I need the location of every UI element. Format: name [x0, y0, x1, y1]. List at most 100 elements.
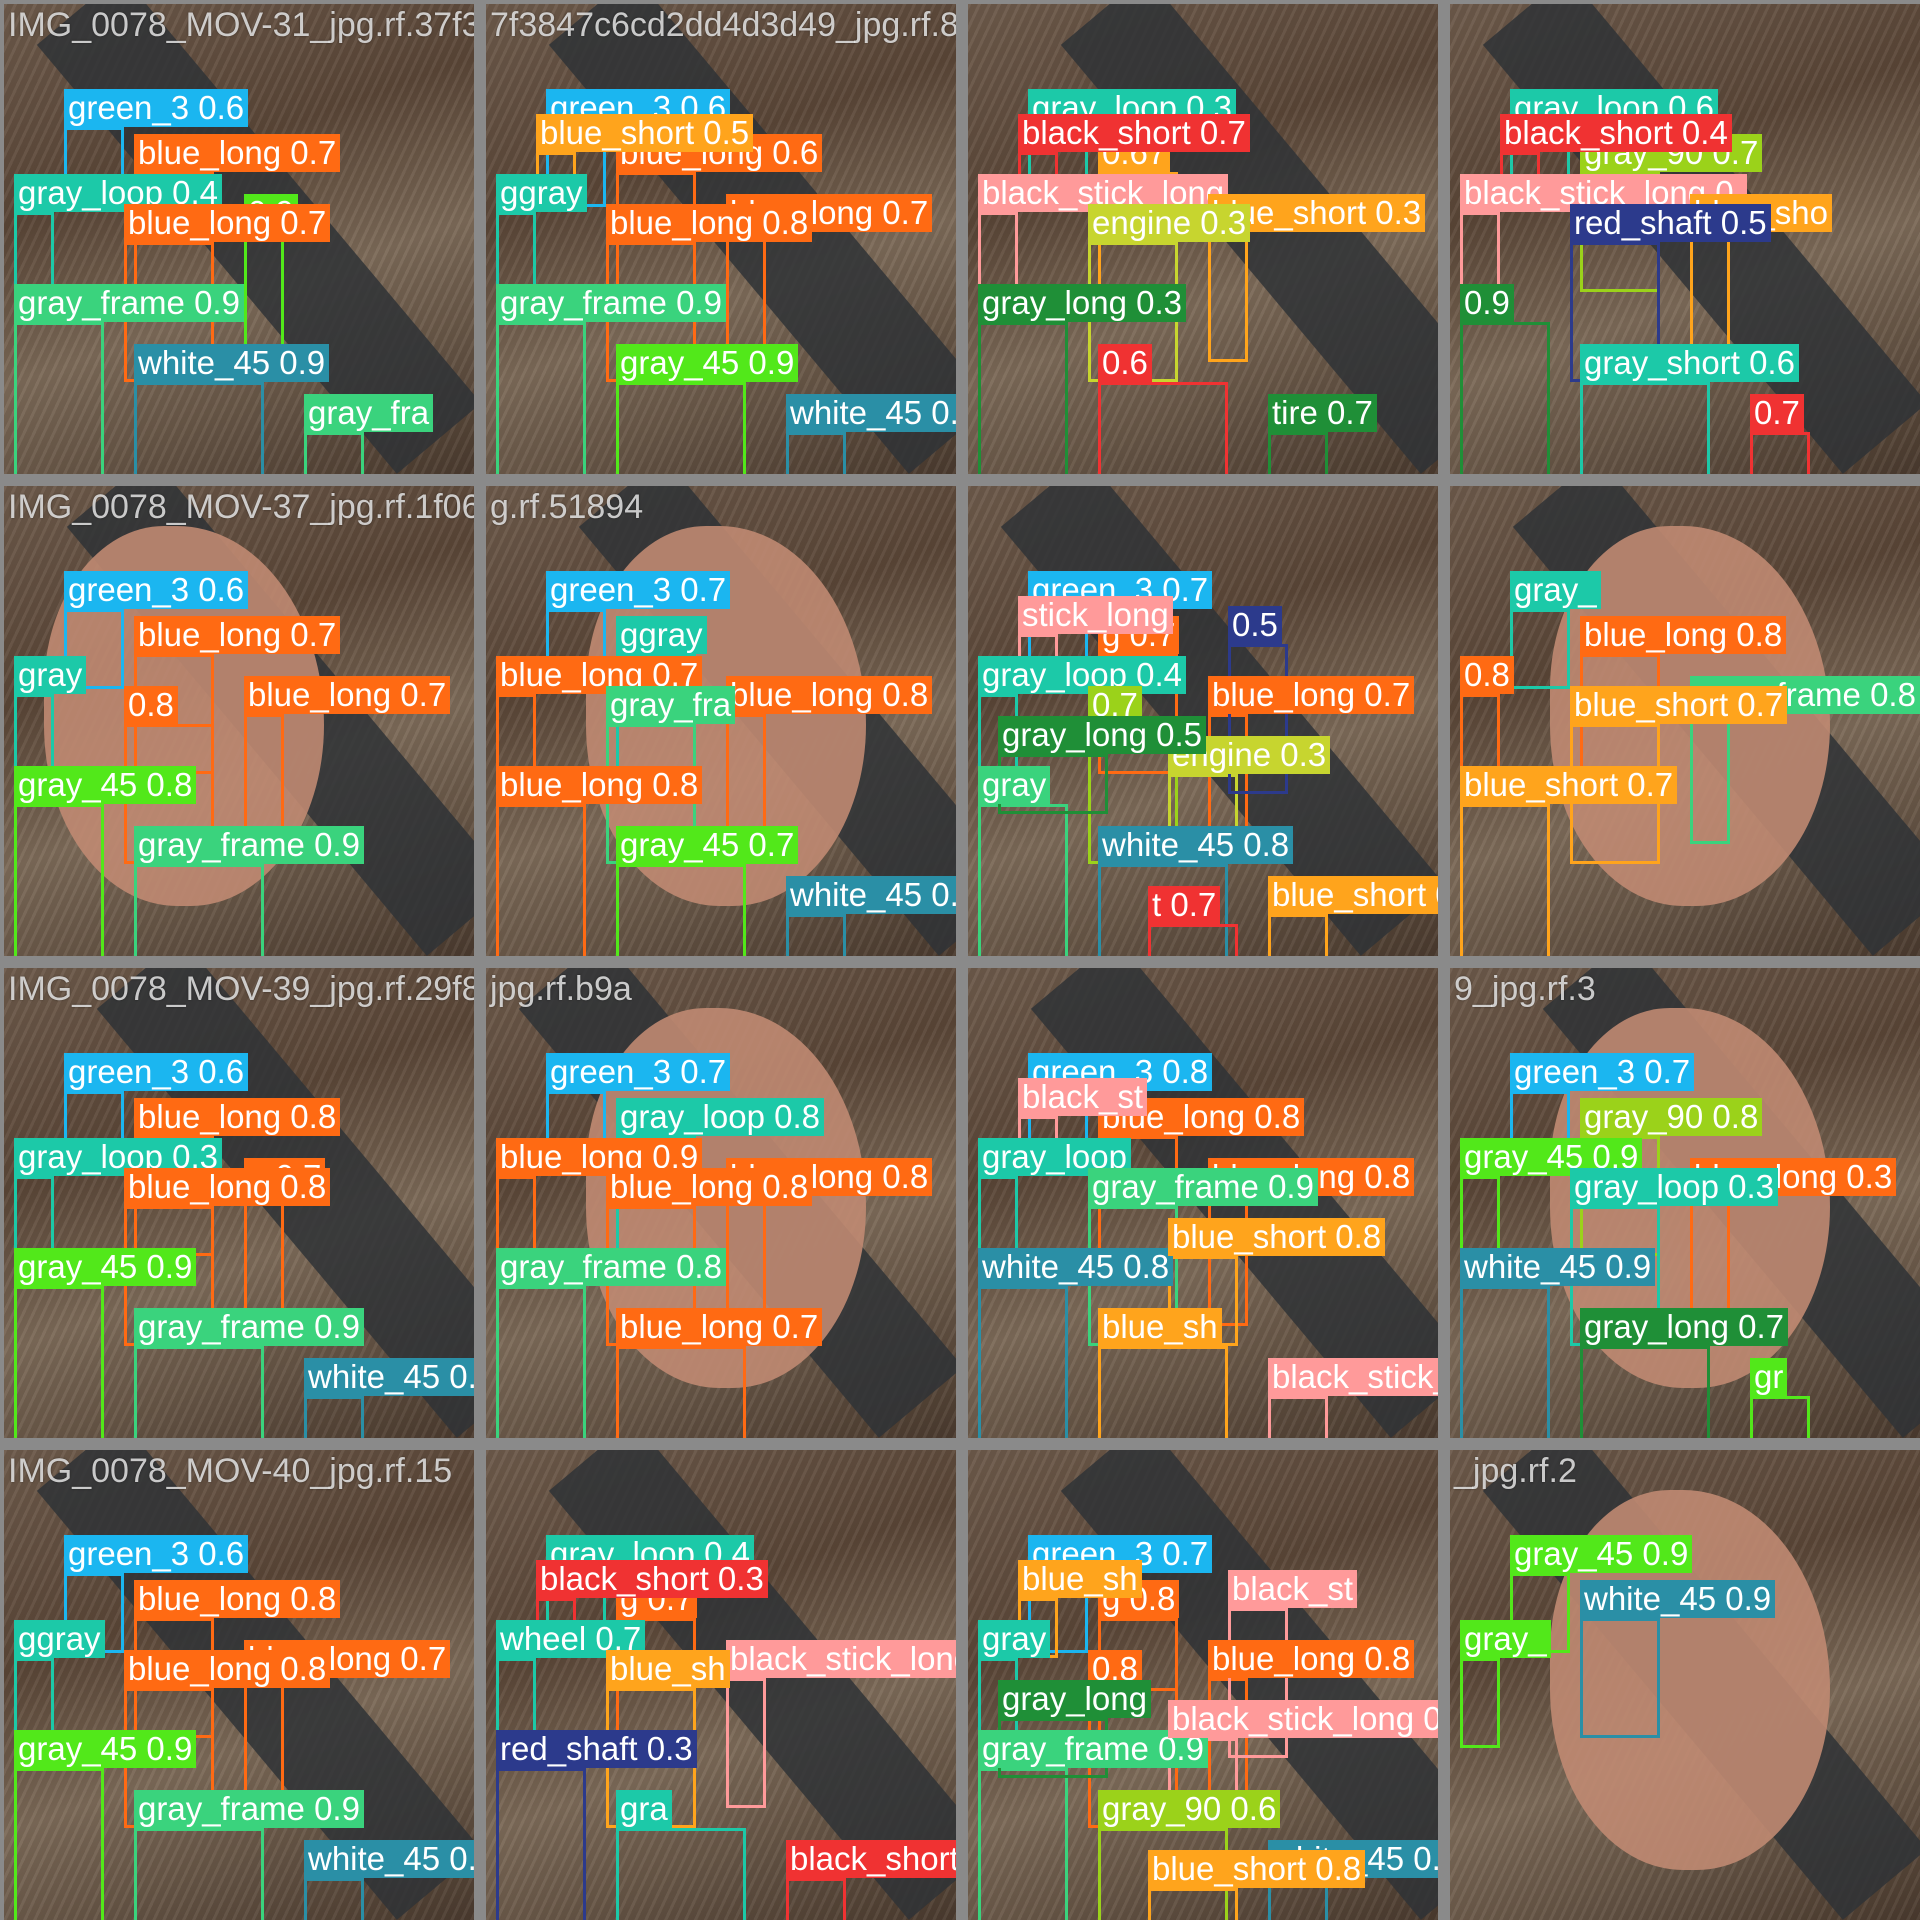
detection-label: blue_sh: [606, 1650, 730, 1688]
detection-label: 0.5: [1228, 606, 1282, 644]
detection-label: blue_long 0.7: [616, 1308, 823, 1346]
mosaic-grid: IMG_0078_MOV-31_jpg.rf.37f38470660...gre…: [0, 0, 1920, 1920]
detection-label: blue_long 0.7: [1208, 676, 1415, 714]
detection-box: [1460, 1286, 1550, 1438]
detection-label: blue_long 0.8: [1208, 1640, 1415, 1678]
detection-box: [1268, 1396, 1328, 1438]
detection-label: gray_frame 0.9: [134, 1308, 364, 1346]
detection-label: gray_45 0.9: [14, 1248, 197, 1286]
detection-box: [786, 1878, 846, 1920]
detection-label: white_45 0.9: [1460, 1248, 1656, 1286]
detection-box: [1690, 1196, 1730, 1326]
detection-label: gray_long 0.3: [978, 284, 1186, 322]
detection-label: 0.6: [1098, 344, 1152, 382]
detection-box: [726, 714, 766, 844]
detection-box: [978, 322, 1068, 474]
detection-box: [616, 864, 746, 956]
detection-label: black_stick_long 0.7: [1268, 1358, 1438, 1396]
detection-label: 0.8: [1460, 656, 1514, 694]
detection-label: green_3 0.6: [64, 1535, 249, 1573]
detection-label: blue_long 0.8: [124, 1650, 331, 1688]
detection-label: gray_frame 0.9: [14, 284, 244, 322]
detection-box: [14, 322, 104, 474]
detection-label: blue_short 0.6: [1268, 876, 1438, 914]
detection-label: blue_short 0.7: [1570, 686, 1788, 724]
image-tile: 9_jpg.rf.3 green_3 0.7 gray_90 0.8 gray_45 …: [1450, 968, 1920, 1438]
detection-label: blue_long 0.8: [1580, 616, 1787, 654]
detection-box: [1460, 804, 1550, 956]
detection-label: black_stick_long 0.: [726, 1640, 956, 1678]
detection-box: [1148, 1888, 1238, 1920]
detection-label: blue_long 0.8: [496, 766, 703, 804]
tile-filename: IMG_0078_MOV-37_jpg.rf.1f06fc6d28: [8, 488, 474, 526]
detection-box: [1750, 1396, 1810, 1438]
tile-filename: 7f3847c6cd2dd4d3d49_jpg.rf.8f05c1e: [490, 6, 956, 44]
detection-box: [134, 864, 264, 956]
detection-label: green_3 0.7: [546, 571, 731, 609]
detection-label: gray: [978, 1620, 1051, 1658]
detection-label: gray_45 0.7: [616, 826, 799, 864]
tile-filename: IMG_0078_MOV-40_jpg.rf.15: [8, 1452, 453, 1490]
image-tile: g.rf.51894 green_3 0.7 ggray blue_long 0.7 b…: [486, 486, 956, 956]
detection-label: gray_long: [998, 1680, 1151, 1718]
detection-label: green_3 0.7: [546, 1053, 731, 1091]
detection-label: green_3 0.6: [64, 1053, 249, 1091]
detection-box: [786, 914, 846, 956]
detection-label: green_3 0.7: [1510, 1053, 1695, 1091]
detection-label: green_3 0.6: [64, 89, 249, 127]
detection-label: blue_short 0.8: [1148, 1850, 1366, 1888]
detection-box: [496, 322, 586, 474]
detection-box: [496, 1286, 586, 1438]
detection-label: gray_frame 0.9: [134, 1790, 364, 1828]
detection-label: engine 0.3: [1088, 204, 1251, 242]
detection-label: blue_long 0.7: [244, 676, 451, 714]
tile-filename: IMG_0078_MOV-31_jpg.rf.37f38470660...: [8, 6, 474, 44]
detection-box: [134, 1828, 264, 1920]
detection-label: 0.7: [1750, 394, 1804, 432]
tile-filename: 9_jpg.rf.3: [1454, 970, 1596, 1008]
image-tile: gray_loop 0.3 0.67 black_stick_long blue_sh…: [968, 4, 1438, 474]
detection-box: [134, 382, 264, 474]
detection-label: black_short 0.3: [786, 1840, 956, 1878]
detection-box: [1580, 382, 1710, 474]
detection-label: blue_sh: [1098, 1308, 1222, 1346]
detection-label: gray_90 0.8: [1580, 1098, 1763, 1136]
detection-label: blue_long 0.8: [606, 204, 813, 242]
detection-box: [1268, 432, 1328, 474]
image-tile: gray_loop 0.6 gray_90 0.7 black_stick_long…: [1450, 4, 1920, 474]
detection-label: gray_loop 0.4: [978, 656, 1186, 694]
image-tile: jpg.rf.b9a green_3 0.7 gray_loop 0.8 blue_l…: [486, 968, 956, 1438]
image-tile: green_3 0.7 g 0.8 gray blue_long 0.8 0.8 gray…: [968, 1450, 1438, 1920]
image-tile: IMG_0078_MOV-39_jpg.rf.29f8e7f5878 green_…: [4, 968, 474, 1438]
detection-box: [1690, 714, 1730, 844]
detection-label: gray_frame 0.9: [496, 284, 726, 322]
detection-label: gray_fra: [606, 686, 736, 724]
detection-label: white_45 0.8: [1098, 826, 1294, 864]
detection-label: blue_long 0.8: [124, 1168, 331, 1206]
detection-box: [244, 714, 284, 844]
image-tile: 7f3847c6cd2dd4d3d49_jpg.rf.8f05c1egreen_…: [486, 4, 956, 474]
detection-label: blue_long 0.7: [124, 204, 331, 242]
detection-box: [304, 432, 364, 474]
detection-label: gray: [14, 656, 87, 694]
detection-box: [14, 1286, 104, 1438]
detection-label: gray_: [1460, 1620, 1551, 1658]
detection-box: [14, 804, 104, 956]
image-tile: gray_loop 0.4 g 0.7 wheel 0.7 black_stick_l…: [486, 1450, 956, 1920]
image-tile: green_3 0.7 g 0.7 gray_loop 0.4 blue_long 0…: [968, 486, 1438, 956]
detection-box: [726, 1678, 766, 1808]
detection-label: gray_frame 0.9: [134, 826, 364, 864]
detection-box: [1148, 924, 1238, 956]
detection-label: gra: [616, 1790, 672, 1828]
detection-box: [616, 382, 746, 474]
detection-label: black_st: [1228, 1570, 1358, 1608]
detection-box: [1580, 1346, 1710, 1438]
detection-box: [304, 1878, 364, 1920]
detection-box: [304, 1396, 364, 1438]
detection-label: blue_long 0.8: [134, 1580, 341, 1618]
detection-label: gr: [1750, 1358, 1788, 1396]
detection-label: blue_long 0.8: [606, 1168, 813, 1206]
detection-box: [1268, 914, 1328, 956]
tile-filename: IMG_0078_MOV-39_jpg.rf.29f8e7f5878: [8, 970, 474, 1008]
detection-label: white_45 0.9: [134, 344, 330, 382]
